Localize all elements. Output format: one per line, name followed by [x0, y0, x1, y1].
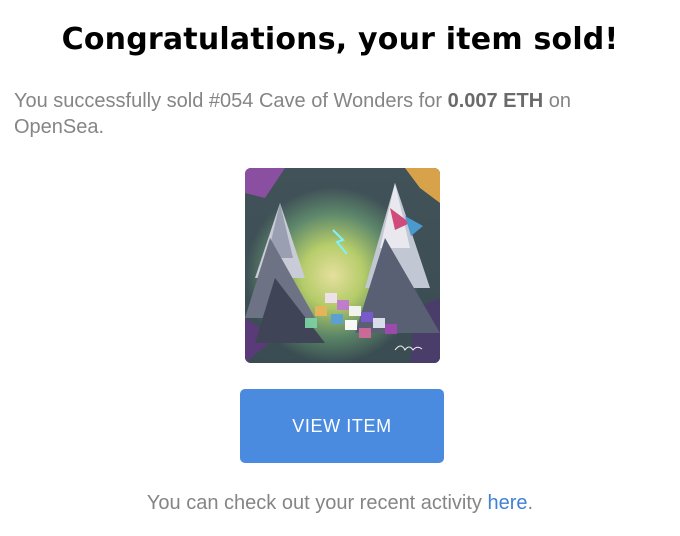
- view-item-button[interactable]: VIEW ITEM: [240, 389, 444, 463]
- message-middle: for: [413, 90, 448, 112]
- message-prefix: You successfully sold: [14, 90, 209, 112]
- footer-end: .: [527, 492, 534, 514]
- email-page: Congratulations, your item sold! You suc…: [0, 0, 680, 536]
- sale-price: 0.007 ETH: [447, 90, 544, 112]
- footer-text: You can check out your recent activity h…: [0, 490, 680, 516]
- recent-activity-link[interactable]: here: [487, 492, 527, 514]
- page-title: Congratulations, your item sold!: [61, 22, 619, 57]
- item-name: #054 Cave of Wonders: [208, 90, 414, 112]
- sale-message: You successfully sold #054 Cave of Wonde…: [14, 88, 654, 140]
- nft-artwork-image: [245, 168, 440, 363]
- footer-sentence: You can check out your recent activity: [146, 492, 488, 514]
